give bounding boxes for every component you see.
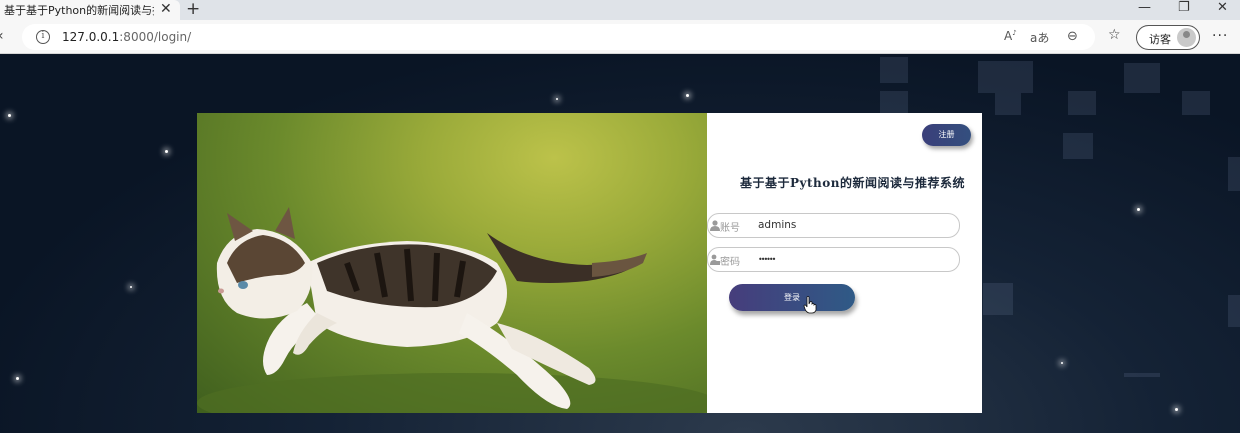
close-tab-icon[interactable]: ✕ xyxy=(160,1,172,17)
cat-photo xyxy=(197,113,707,413)
background-square xyxy=(995,93,1021,115)
account-field[interactable]: 账号 admins xyxy=(707,213,960,238)
user-lock-icon xyxy=(710,254,720,265)
translate-icon[interactable]: aあ xyxy=(1030,29,1049,46)
read-aloud-icon[interactable]: A♪ xyxy=(1004,29,1017,43)
background-square xyxy=(1228,295,1240,327)
login-card: 注册 基于基于Python的新闻阅读与推荐系统 账号 admins 密码 •••… xyxy=(197,113,982,413)
url-field[interactable]: i 127.0.0.1:8000/login/ A♪ aあ ⊖ xyxy=(22,24,1095,50)
url-path: :8000/login/ xyxy=(119,30,192,44)
background-square xyxy=(1182,91,1210,115)
running-cat-image xyxy=(197,207,707,413)
password-field[interactable]: 密码 •••••• xyxy=(707,247,960,272)
background-square xyxy=(880,91,908,115)
active-tab[interactable]: 基于基于Python的新闻阅读与推荐系统 ✕ xyxy=(0,0,180,20)
password-input[interactable]: •••••• xyxy=(758,255,776,264)
minimize-icon[interactable]: — xyxy=(1138,0,1151,15)
profile-button[interactable]: 访客 xyxy=(1136,25,1200,50)
back-icon[interactable]: ‹ xyxy=(0,28,4,44)
background-square xyxy=(1068,91,1096,115)
address-bar: ‹ i 127.0.0.1:8000/login/ A♪ aあ ⊖ xyxy=(0,20,1240,54)
account-input[interactable]: admins xyxy=(758,219,796,231)
close-window-icon[interactable]: ✕ xyxy=(1217,0,1228,15)
login-panel: 注册 基于基于Python的新闻阅读与推荐系统 账号 admins 密码 •••… xyxy=(707,113,982,413)
star xyxy=(1175,408,1178,411)
hand-cursor-icon xyxy=(803,296,817,314)
star xyxy=(8,114,11,117)
star xyxy=(165,150,168,153)
profile-label: 访客 xyxy=(1149,33,1171,46)
star xyxy=(16,377,19,380)
background-square xyxy=(1124,63,1160,93)
register-button[interactable]: 注册 xyxy=(922,124,971,146)
url-host: 127.0.0.1 xyxy=(62,30,120,44)
more-options-icon[interactable]: ··· xyxy=(1212,28,1228,44)
star xyxy=(556,98,558,100)
login-button[interactable]: 登录 xyxy=(729,284,855,311)
background-square xyxy=(1228,157,1240,191)
background-square xyxy=(880,57,908,83)
site-info-icon[interactable]: i xyxy=(36,30,50,44)
url-text[interactable]: 127.0.0.1:8000/login/ xyxy=(62,30,191,44)
system-title: 基于基于Python的新闻阅读与推荐系统 xyxy=(740,176,965,190)
star xyxy=(686,94,689,97)
account-label: 账号 xyxy=(720,223,740,234)
background-square xyxy=(978,61,1033,93)
star xyxy=(1061,362,1063,364)
new-tab-icon[interactable]: + xyxy=(186,0,200,19)
tab-title: 基于基于Python的新闻阅读与推荐系统 xyxy=(4,4,154,17)
star xyxy=(1137,208,1140,211)
user-icon xyxy=(710,220,720,231)
zoom-icon[interactable]: ⊖ xyxy=(1067,29,1078,44)
avatar-icon xyxy=(1177,28,1196,47)
favorites-icon[interactable]: ☆ xyxy=(1108,27,1121,43)
tab-strip: 基于基于Python的新闻阅读与推荐系统 ✕ + — ❐ ✕ xyxy=(0,0,1240,20)
background-square xyxy=(983,283,1013,315)
background-square xyxy=(1124,373,1160,377)
background-square xyxy=(1063,133,1093,159)
password-label: 密码 xyxy=(720,257,740,268)
star xyxy=(130,286,132,288)
restore-icon[interactable]: ❐ xyxy=(1178,0,1190,15)
